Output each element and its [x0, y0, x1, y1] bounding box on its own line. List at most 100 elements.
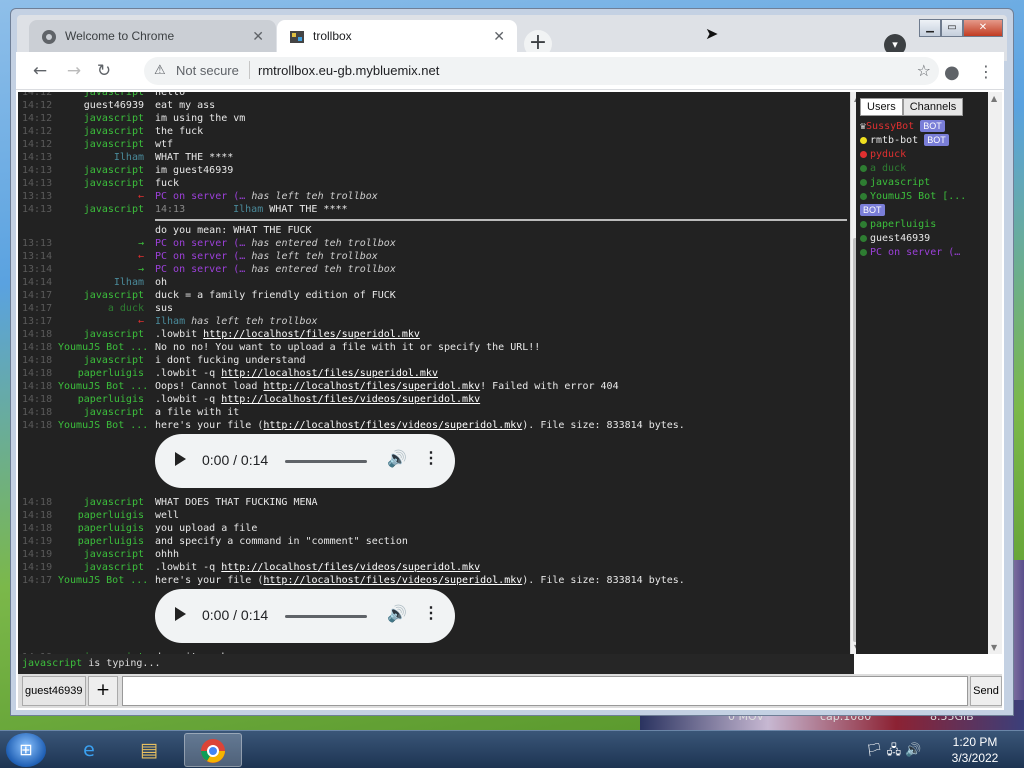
- message-author[interactable]: ←: [58, 190, 144, 203]
- system-tray-icons[interactable]: 🏳 🖧 🔊: [866, 741, 921, 763]
- message-author[interactable]: ←: [58, 250, 144, 263]
- status-dot: [860, 164, 867, 172]
- message-link[interactable]: http://localhost/files/videos/superidol.…: [263, 420, 522, 431]
- address-bar[interactable]: ⚠ Not secure rmtrollbox.eu-gb.mybluemix.…: [144, 57, 939, 85]
- message-author[interactable]: →: [58, 237, 144, 250]
- seek-slider[interactable]: [285, 615, 367, 618]
- message-author[interactable]: paperluigis: [58, 367, 144, 380]
- message-link[interactable]: http://localhost/files/superidol.mkv: [203, 329, 420, 340]
- start-button[interactable]: ⊞: [6, 733, 46, 767]
- message-time: 14:12: [22, 100, 53, 111]
- message-link[interactable]: http://localhost/files/videos/superidol.…: [221, 394, 480, 405]
- profile-icon[interactable]: ●: [944, 62, 960, 83]
- user-list-item[interactable]: pyduck: [860, 148, 970, 162]
- play-icon[interactable]: [175, 452, 186, 466]
- user-list-item[interactable]: ♛SussyBot BOT: [860, 120, 970, 134]
- message-author[interactable]: →: [58, 263, 144, 276]
- message-author[interactable]: javascript: [58, 354, 144, 367]
- message-author[interactable]: Ilham: [58, 276, 144, 289]
- explorer-icon[interactable]: ▤: [120, 733, 178, 767]
- scroll-down-icon[interactable]: ▼: [991, 643, 997, 652]
- url-text[interactable]: rmtrollbox.eu-gb.mybluemix.net: [258, 63, 439, 78]
- message-author[interactable]: javascript: [58, 203, 144, 216]
- message-author[interactable]: ←: [58, 315, 144, 328]
- message-author[interactable]: javascript: [58, 125, 144, 138]
- message-author[interactable]: javascript: [58, 112, 144, 125]
- user-list-item[interactable]: YoumuJS Bot [... BOT: [860, 190, 970, 218]
- audio-player[interactable]: 0:00 / 0:14 🔊 ⋮: [155, 434, 455, 488]
- message-author[interactable]: javascript: [58, 289, 144, 302]
- message-link[interactable]: http://localhost/files/superidol.mkv: [263, 381, 480, 392]
- tab-users[interactable]: Users: [860, 98, 903, 116]
- message-author[interactable]: javascript: [58, 406, 144, 419]
- user-list-item[interactable]: javascript: [860, 176, 970, 190]
- system-user[interactable]: PC on server (…: [155, 264, 245, 275]
- user-list-item[interactable]: PC on server (…: [860, 246, 970, 260]
- message-author[interactable]: Ilham: [58, 151, 144, 164]
- message-author[interactable]: YoumuJS Bot ...: [58, 574, 148, 587]
- message-input[interactable]: [122, 676, 968, 706]
- ie-icon[interactable]: e: [60, 733, 118, 767]
- audio-player[interactable]: 0:00 / 0:14 🔊 ⋮: [155, 589, 455, 643]
- bookmark-star-icon[interactable]: ☆: [917, 61, 931, 80]
- message-author[interactable]: YoumuJS Bot ...: [58, 341, 148, 354]
- upload-button[interactable]: +: [88, 676, 118, 706]
- volume-icon[interactable]: 🔊: [387, 604, 407, 624]
- message-author[interactable]: YoumuJS Bot ...: [58, 419, 148, 432]
- system-user[interactable]: PC on server (…: [155, 191, 245, 202]
- message-author[interactable]: guest46939: [58, 99, 144, 112]
- user-list-item[interactable]: a duck: [860, 162, 970, 176]
- sidebar-scrollbar[interactable]: ▲ ▼: [988, 92, 1002, 654]
- back-icon[interactable]: ←: [30, 61, 50, 81]
- message-author[interactable]: a duck: [58, 302, 144, 315]
- message-author[interactable]: javascript: [58, 548, 144, 561]
- message-author[interactable]: javascript: [58, 496, 144, 509]
- maximize-button[interactable]: ▭: [941, 19, 963, 37]
- message-author[interactable]: paperluigis: [58, 509, 144, 522]
- more-options-icon[interactable]: ⋮: [423, 603, 439, 623]
- message-link[interactable]: http://localhost/files/videos/superidol.…: [263, 575, 522, 586]
- message-time: 14:12: [22, 126, 53, 137]
- user-list-item[interactable]: rmtb-bot BOT: [860, 134, 970, 148]
- system-user[interactable]: PC on server (…: [155, 251, 245, 262]
- tab-welcome[interactable]: Welcome to Chrome ✕: [29, 20, 276, 54]
- reload-icon[interactable]: ↻: [94, 61, 114, 81]
- forward-icon[interactable]: →: [64, 61, 84, 81]
- close-tab-icon[interactable]: ✕: [252, 28, 264, 45]
- minimize-button[interactable]: ▁: [919, 19, 941, 37]
- message-author[interactable]: javascript: [58, 138, 144, 151]
- message-author[interactable]: javascript: [58, 92, 144, 99]
- message-author[interactable]: paperluigis: [58, 535, 144, 548]
- warning-icon[interactable]: ⚠: [154, 63, 166, 78]
- system-user[interactable]: PC on server (…: [155, 238, 245, 249]
- message-author[interactable]: javascript: [58, 328, 144, 341]
- user-list-item[interactable]: guest46939: [860, 232, 970, 246]
- play-icon[interactable]: [175, 607, 186, 621]
- close-window-button[interactable]: ✕: [963, 19, 1003, 37]
- message-author[interactable]: paperluigis: [58, 522, 144, 535]
- clock[interactable]: 1:20 PM 3/3/2022: [940, 734, 1010, 766]
- message-author[interactable]: paperluigis: [58, 393, 144, 406]
- message-author[interactable]: javascript: [58, 164, 144, 177]
- scroll-up-icon[interactable]: ▲: [991, 94, 997, 103]
- message-link[interactable]: http://localhost/files/videos/superidol.…: [221, 562, 480, 573]
- message-link[interactable]: http://localhost/files/superidol.mkv: [221, 368, 438, 379]
- tab-channels[interactable]: Channels: [902, 98, 964, 116]
- close-tab-icon[interactable]: ✕: [493, 28, 505, 45]
- volume-icon[interactable]: 🔊: [387, 449, 407, 469]
- more-options-icon[interactable]: ⋮: [423, 448, 439, 468]
- security-label[interactable]: Not secure: [176, 63, 239, 78]
- system-user[interactable]: Ilham: [155, 316, 185, 327]
- chat-log[interactable]: 14:12 javascript hello 14:12 guest46939 eat m…: [18, 92, 850, 654]
- send-button[interactable]: Send: [970, 676, 1002, 706]
- message-author[interactable]: javascript: [58, 561, 144, 574]
- message-author[interactable]: javascript: [58, 177, 144, 190]
- tab-trollbox[interactable]: trollbox ✕: [277, 20, 517, 54]
- chrome-taskbar-icon[interactable]: [184, 733, 242, 767]
- seek-slider[interactable]: [285, 460, 367, 463]
- user-list-item[interactable]: paperluigis: [860, 218, 970, 232]
- message-author[interactable]: YoumuJS Bot ...: [58, 380, 148, 393]
- trollbox-icon: [289, 29, 305, 45]
- nickname-button[interactable]: guest46939: [22, 676, 86, 706]
- menu-icon[interactable]: ⋮: [978, 62, 994, 81]
